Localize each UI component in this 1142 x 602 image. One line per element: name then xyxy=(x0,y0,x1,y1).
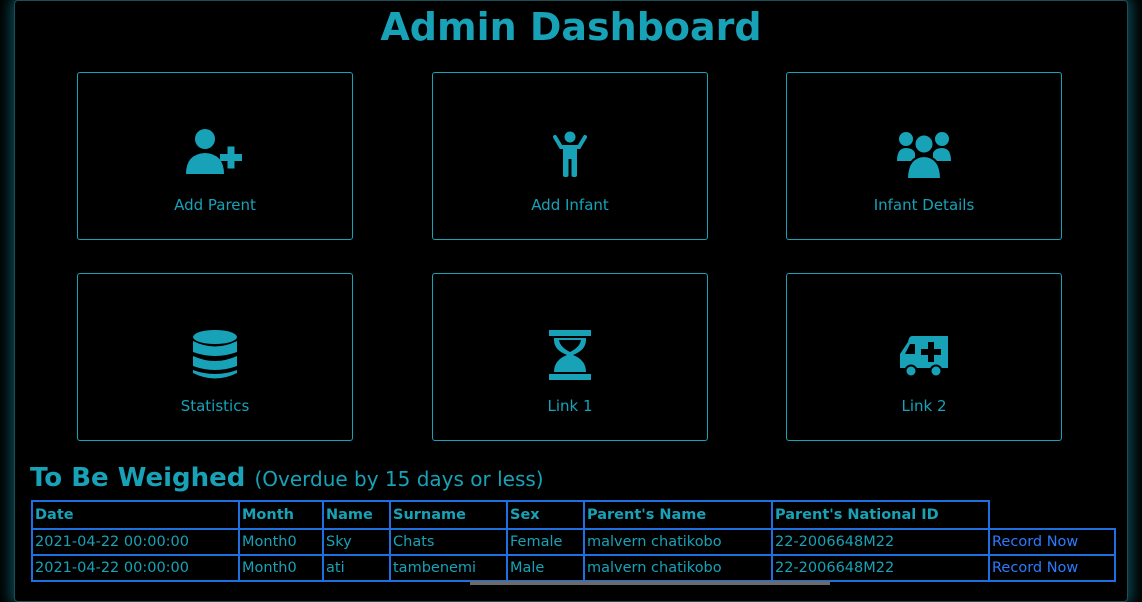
infant-details-card[interactable]: Infant Details xyxy=(786,72,1062,240)
add-user-icon xyxy=(78,128,352,176)
name-cell: ati xyxy=(322,554,391,582)
column-header: Parent's Name xyxy=(583,500,773,530)
to-be-weighed-heading: To Be Weighed (Overdue by 15 days or les… xyxy=(30,460,544,497)
action-cell: Record Now xyxy=(988,528,1116,556)
column-header: Date xyxy=(31,500,240,530)
surname-cell: tambenemi xyxy=(389,554,508,582)
section-title: To Be Weighed xyxy=(30,463,246,493)
date-cell: 2021-04-22 00:00:00 xyxy=(31,554,240,582)
action-header xyxy=(989,501,1115,530)
database-icon xyxy=(78,330,352,380)
month-cell: Month0 xyxy=(238,554,324,582)
card-label: Statistics xyxy=(180,397,250,415)
card-label: Add Parent xyxy=(174,196,256,214)
section-subtitle: (Overdue by 15 days or less) xyxy=(254,467,544,491)
link-2-card[interactable]: Link 2 xyxy=(786,273,1062,441)
column-header: Name xyxy=(322,500,391,530)
page-title: Admin Dashboard xyxy=(380,5,762,49)
table-row: 2021-04-22 00:00:00 Month0 Sky Chats Fem… xyxy=(31,528,1116,556)
record-now-link[interactable]: Record Now xyxy=(992,534,1078,550)
hourglass-icon xyxy=(433,330,707,380)
name-cell: Sky xyxy=(322,528,391,556)
record-now-link[interactable]: Record Now xyxy=(992,560,1078,576)
child-icon xyxy=(433,131,707,179)
users-icon xyxy=(787,129,1061,179)
date-cell: 2021-04-22 00:00:00 xyxy=(31,528,240,556)
parent-name-cell: malvern chatikobo xyxy=(583,554,773,582)
horizontal-scrollbar[interactable] xyxy=(470,581,830,585)
parent-id-cell: 22-2006648M22 xyxy=(771,554,990,582)
parent-id-cell: 22-2006648M22 xyxy=(771,528,990,556)
table-row: 2021-04-22 00:00:00 Month0 ati tambenemi… xyxy=(31,554,1116,582)
column-header: Month xyxy=(238,500,324,530)
sex-cell: Female xyxy=(506,528,585,556)
to-be-weighed-table: Date Month Name Surname Sex Parent's Nam… xyxy=(31,500,1116,582)
ambulance-icon xyxy=(787,334,1061,378)
add-parent-card[interactable]: Add Parent xyxy=(77,72,353,240)
month-cell: Month0 xyxy=(238,528,324,556)
sex-cell: Male xyxy=(506,554,585,582)
column-header: Sex xyxy=(506,500,585,530)
add-infant-card[interactable]: Add Infant xyxy=(432,72,708,240)
table-header-row: Date Month Name Surname Sex Parent's Nam… xyxy=(31,500,1115,530)
parent-name-cell: malvern chatikobo xyxy=(583,528,773,556)
column-header: Surname xyxy=(389,500,508,530)
card-label: Add Infant xyxy=(531,196,609,214)
card-label: Infant Details xyxy=(873,196,975,214)
link-1-card[interactable]: Link 1 xyxy=(432,273,708,441)
surname-cell: Chats xyxy=(389,528,508,556)
statistics-card[interactable]: Statistics xyxy=(77,273,353,441)
card-label: Link 1 xyxy=(547,397,593,415)
card-label: Link 2 xyxy=(901,397,947,415)
column-header: Parent's National ID xyxy=(771,500,990,530)
action-cell: Record Now xyxy=(988,554,1116,582)
